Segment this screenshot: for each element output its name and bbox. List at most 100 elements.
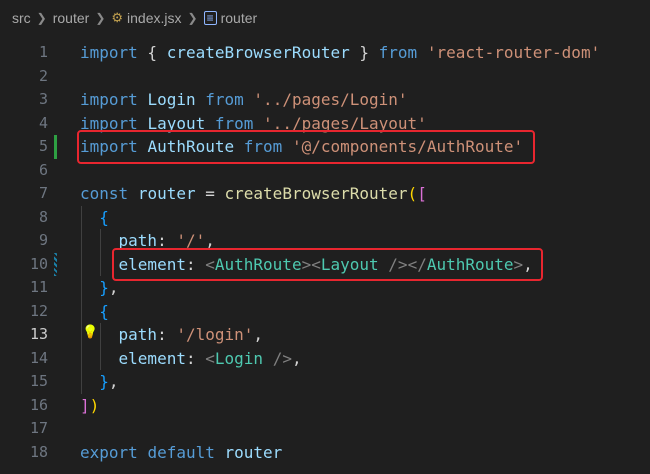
code-token: createBrowserRouter bbox=[166, 43, 350, 62]
variable-symbol-icon: ≡ bbox=[203, 10, 217, 25]
line-number: 8 bbox=[38, 207, 48, 226]
code-token: ) bbox=[89, 395, 100, 415]
code-editor[interactable]: 1 import { createBrowserRouter } from 're… bbox=[0, 35, 650, 474]
code-token: /> bbox=[272, 348, 292, 368]
code-line[interactable]: 18 export default router bbox=[0, 441, 650, 465]
code-token: } bbox=[349, 43, 379, 62]
line-number: 15 bbox=[29, 372, 48, 390]
indent-guide bbox=[100, 323, 101, 370]
code-token: router bbox=[224, 442, 283, 462]
git-modified-marker[interactable] bbox=[54, 252, 57, 276]
code-text: { bbox=[80, 206, 109, 230]
code-token: , bbox=[253, 325, 264, 344]
lightbulb-icon[interactable]: 💡 bbox=[82, 325, 98, 340]
code-token: import bbox=[80, 43, 138, 62]
git-added-marker[interactable] bbox=[54, 135, 57, 159]
code-token: Login bbox=[214, 348, 264, 368]
code-token: '/login' bbox=[176, 325, 254, 344]
line-number: 14 bbox=[29, 348, 48, 367]
code-token: { bbox=[99, 207, 109, 227]
code-text: }, bbox=[80, 370, 119, 394]
line-number: 18 bbox=[29, 442, 48, 461]
code-line[interactable]: 1 import { createBrowserRouter } from 're… bbox=[0, 41, 650, 65]
code-line[interactable]: 12 { bbox=[0, 300, 650, 324]
code-token: from bbox=[378, 43, 418, 62]
code-token: Login bbox=[147, 90, 196, 109]
code-token: : bbox=[157, 325, 177, 344]
line-number: 2 bbox=[38, 66, 48, 85]
line-number: 4 bbox=[38, 113, 48, 132]
code-token: < bbox=[205, 348, 215, 368]
indent-guide bbox=[100, 229, 101, 276]
code-token: } bbox=[99, 372, 109, 391]
code-text: const router = createBrowserRouter([ bbox=[80, 182, 427, 206]
code-text: path: '/login', bbox=[80, 323, 264, 347]
line-number: 10 bbox=[29, 254, 48, 273]
code-token: from bbox=[205, 90, 244, 109]
code-token: ( bbox=[407, 184, 418, 203]
breadcrumb-router-folder[interactable]: router bbox=[53, 10, 90, 26]
line-number: 12 bbox=[29, 301, 48, 320]
code-token: createBrowserRouter bbox=[224, 184, 408, 203]
code-line[interactable]: 2 bbox=[0, 65, 650, 89]
code-line[interactable]: 7 const router = createBrowserRouter([ bbox=[0, 182, 650, 206]
annotation-highlight-box bbox=[112, 247, 543, 281]
breadcrumb: src ❯ router ❯ ⚙ index.jsx ❯ ≡ router bbox=[0, 0, 650, 35]
code-token: path bbox=[118, 325, 158, 344]
code-token: router bbox=[137, 184, 196, 203]
breadcrumb-file[interactable]: index.jsx bbox=[127, 10, 181, 26]
line-number: 17 bbox=[29, 419, 48, 437]
line-number: 5 bbox=[38, 137, 48, 155]
code-line[interactable]: 8 { bbox=[0, 206, 650, 230]
indent-guide bbox=[81, 205, 82, 394]
line-number: 1 bbox=[38, 43, 48, 61]
code-token: : bbox=[185, 348, 206, 368]
code-text: export default router bbox=[80, 441, 282, 465]
code-line[interactable]: 17 bbox=[0, 417, 650, 441]
code-text: ]) bbox=[80, 394, 99, 418]
code-token: 'react-router-dom' bbox=[426, 43, 601, 62]
code-text: { bbox=[80, 300, 109, 324]
code-token: export bbox=[80, 442, 138, 462]
code-line[interactable]: 3 import Login from '../pages/Login' bbox=[0, 88, 650, 112]
code-line[interactable]: 14 element: <Login />, bbox=[0, 347, 650, 371]
line-number: 7 bbox=[38, 184, 48, 202]
code-token: ] bbox=[80, 395, 90, 415]
code-token: const bbox=[80, 184, 129, 203]
chevron-right-icon: ❯ bbox=[36, 10, 47, 25]
code-line[interactable]: 15 }, bbox=[0, 370, 650, 394]
code-text: import { createBrowserRouter } from 'rea… bbox=[80, 41, 600, 65]
react-file-icon: ⚙ bbox=[111, 9, 124, 25]
code-token: '../pages/Login' bbox=[253, 90, 408, 109]
line-number: 13 bbox=[29, 325, 48, 343]
code-token: { bbox=[99, 301, 109, 321]
code-token: = bbox=[195, 184, 225, 203]
line-number: 6 bbox=[38, 160, 48, 179]
line-number: 3 bbox=[38, 90, 48, 108]
line-number: 11 bbox=[29, 278, 48, 296]
code-token: { bbox=[137, 43, 167, 62]
code-token: element bbox=[118, 348, 186, 368]
code-token: , bbox=[108, 372, 119, 391]
breadcrumb-src[interactable]: src bbox=[12, 10, 31, 26]
code-token: } bbox=[99, 278, 109, 297]
code-token: [ bbox=[417, 184, 427, 203]
code-token: import bbox=[80, 90, 138, 109]
code-token: , bbox=[291, 348, 302, 368]
code-text: import Login from '../pages/Login' bbox=[80, 88, 408, 112]
code-line[interactable]: 16]) bbox=[0, 394, 650, 418]
code-text: element: <Login />, bbox=[80, 347, 302, 371]
line-number: 9 bbox=[38, 231, 48, 249]
breadcrumb-symbol[interactable]: router bbox=[221, 10, 258, 26]
